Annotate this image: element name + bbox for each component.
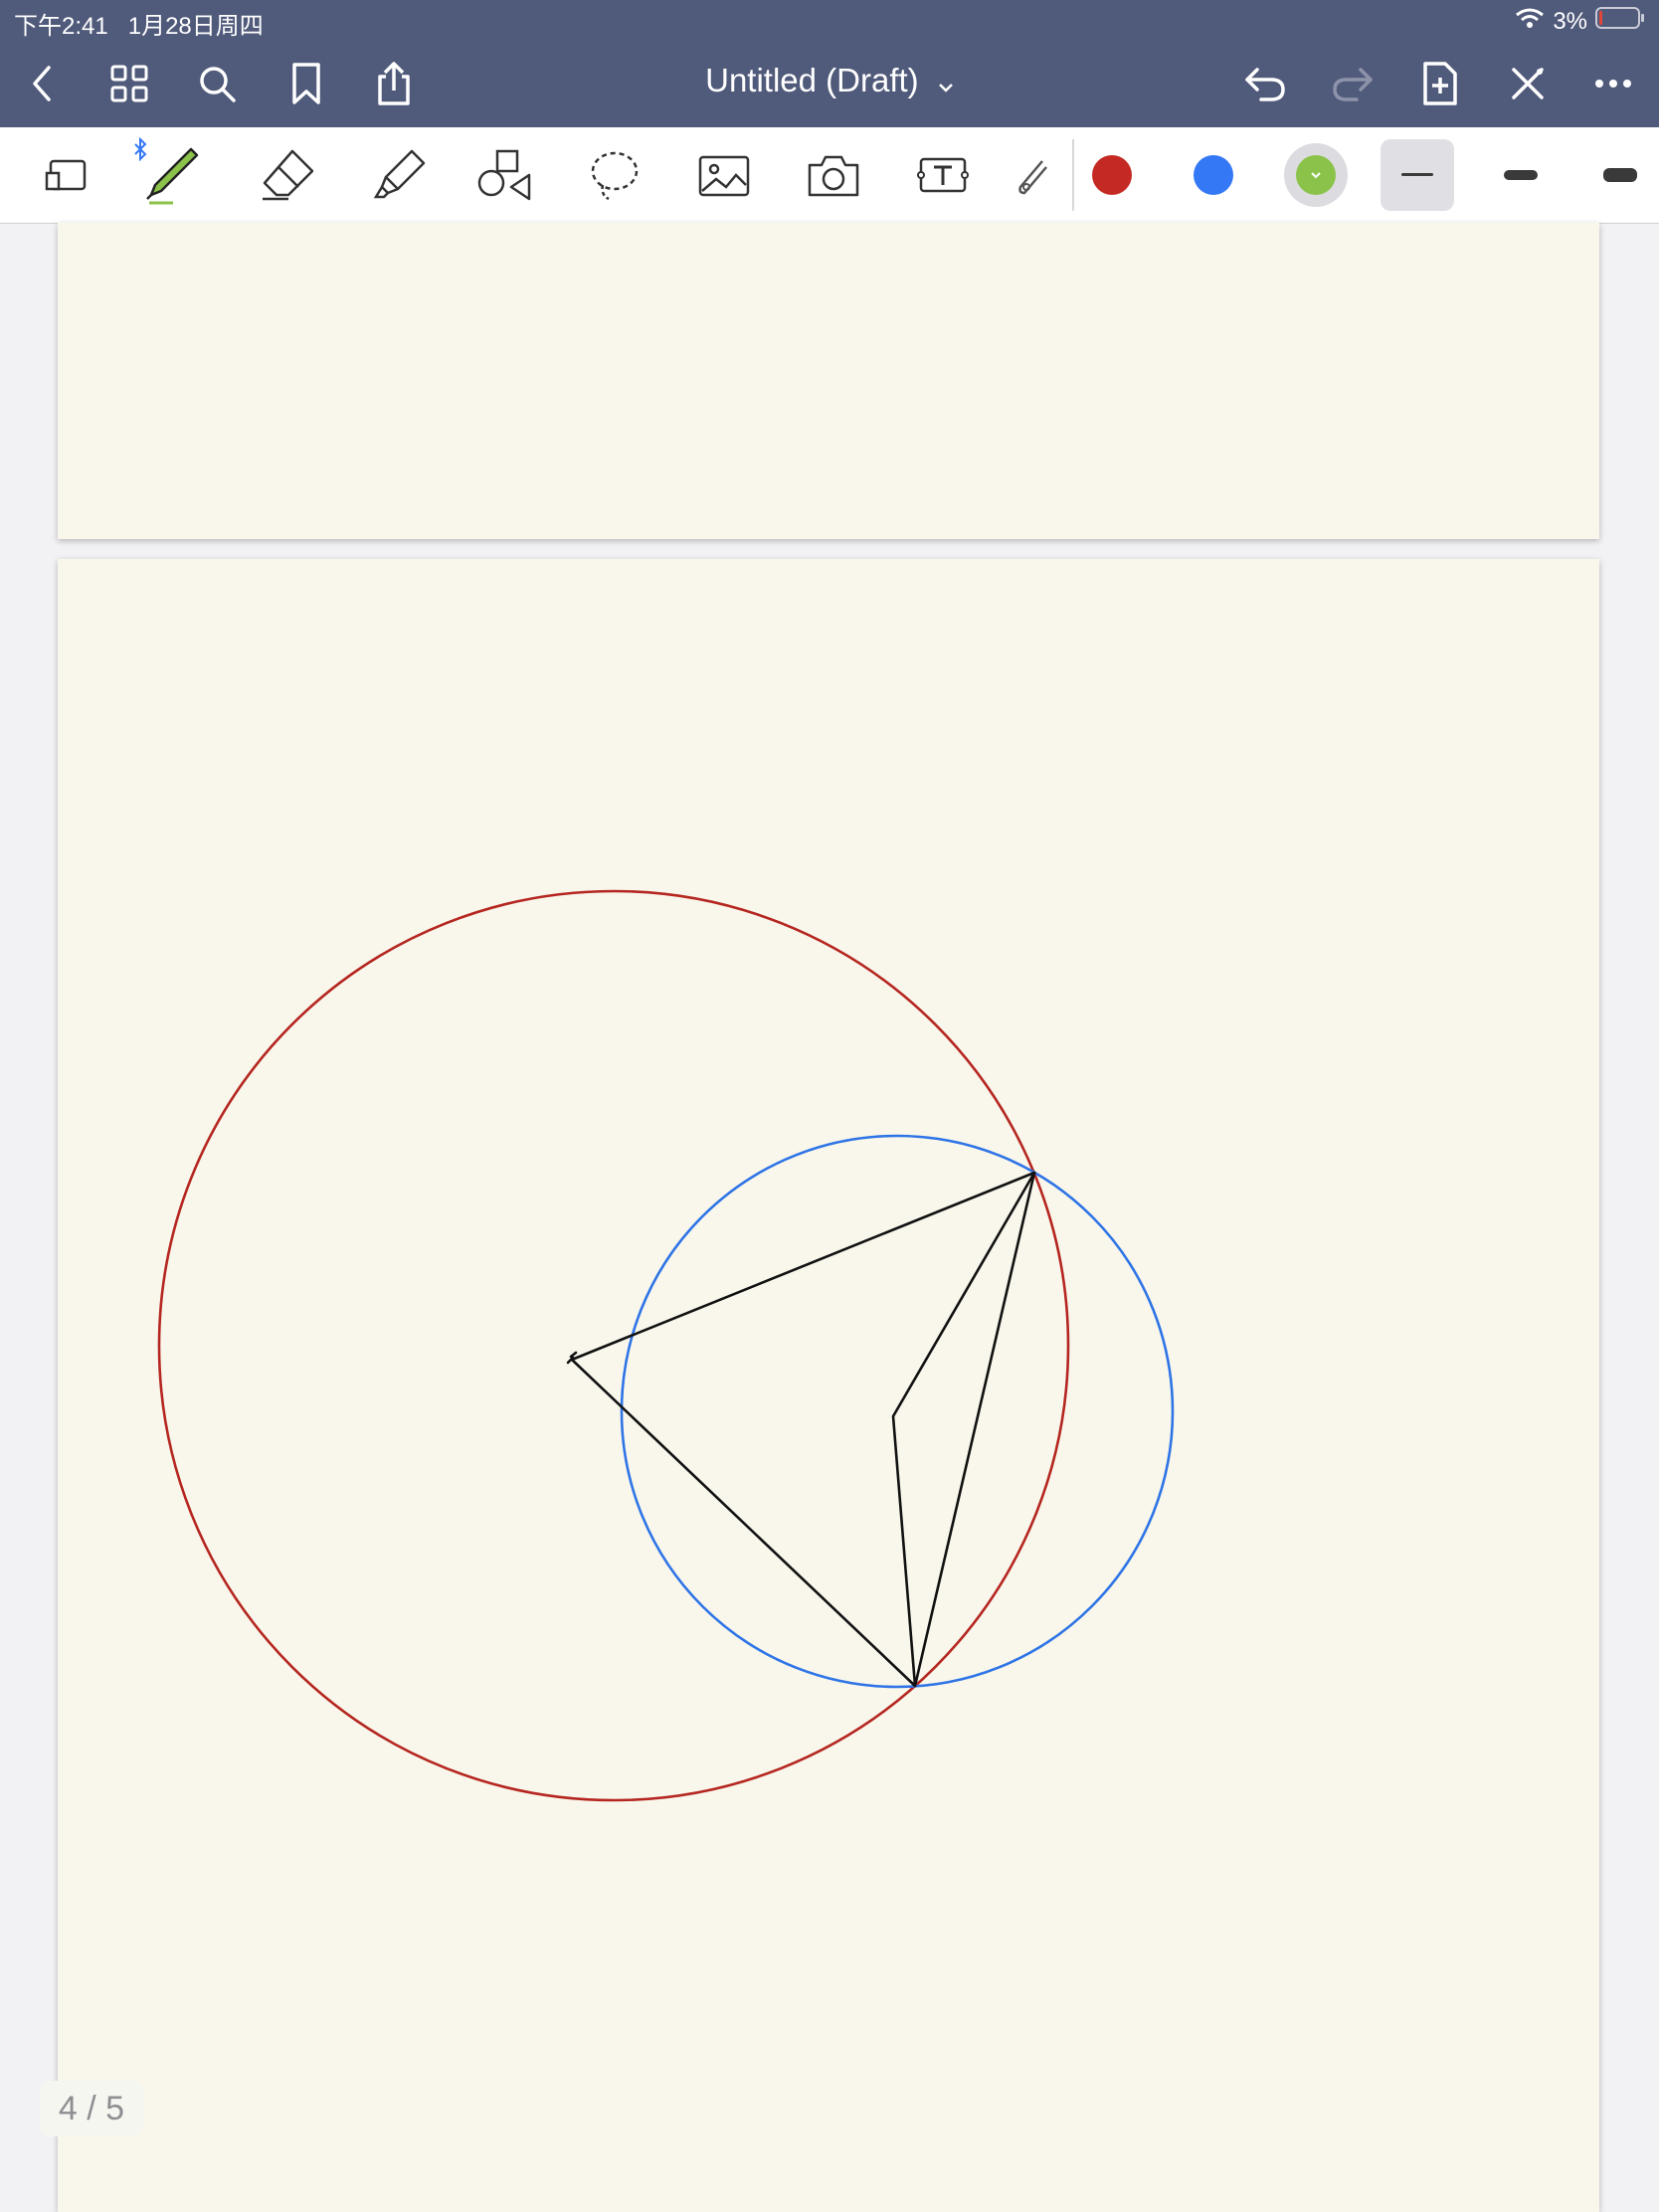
red-circle-stroke	[157, 889, 1070, 1802]
chevron-down-icon	[938, 64, 954, 101]
text-tool-button[interactable]	[905, 137, 981, 213]
eraser-icon	[263, 149, 314, 201]
redo-icon	[1333, 68, 1373, 101]
bluetooth-icon	[134, 137, 147, 161]
inner-angle-stroke	[891, 1171, 1036, 1688]
pen-cross-icon	[1512, 68, 1544, 99]
nav-bar: Untitled (Draft)	[0, 40, 1659, 127]
stroke-width-medium[interactable]	[1504, 170, 1538, 180]
more-icon	[1595, 80, 1631, 88]
pen-icon	[146, 147, 199, 205]
black-line-strokes	[566, 1171, 1036, 1688]
status-time: 下午2:41	[14, 13, 108, 40]
lasso-icon	[591, 151, 639, 201]
chevron-down-icon	[1311, 172, 1321, 179]
notebook-page-previous[interactable]	[58, 223, 1599, 539]
line-center-to-top-intersection	[570, 1171, 1036, 1362]
camera-icon	[808, 155, 859, 197]
drawing-canvas	[157, 889, 1175, 1802]
line-intersection-chord	[913, 1171, 1036, 1688]
laser-pointer-icon	[1018, 160, 1047, 195]
undo-button[interactable]	[1235, 54, 1295, 113]
read-only-toggle-button[interactable]	[28, 137, 103, 213]
shapes-tool-button[interactable]	[467, 137, 543, 213]
color-swatch-green[interactable]	[1296, 155, 1336, 195]
undo-icon	[1245, 68, 1285, 101]
hand-pad-icon	[45, 159, 87, 191]
add-page-icon	[1423, 62, 1457, 105]
more-button[interactable]	[1583, 54, 1643, 113]
color-swatch-red[interactable]	[1092, 155, 1132, 195]
stroke-width-thin[interactable]	[1401, 173, 1433, 176]
status-bar: 下午2:41 1月28日周四 3%	[0, 0, 1659, 40]
tool-toolbar	[0, 127, 1659, 224]
battery-percent: 3%	[1553, 7, 1587, 35]
lasso-tool-button[interactable]	[577, 137, 652, 213]
highlighter-tool-button[interactable]	[360, 137, 436, 213]
line-center-to-bottom-intersection	[570, 1358, 917, 1688]
eraser-tool-button[interactable]	[251, 137, 326, 213]
pen-tool-button[interactable]	[133, 137, 209, 213]
image-tool-button[interactable]	[686, 137, 762, 213]
toolbar-divider	[1072, 139, 1074, 211]
status-right: 3%	[1515, 6, 1645, 37]
wifi-icon	[1515, 7, 1545, 36]
document-title-text: Untitled (Draft)	[705, 62, 919, 98]
page-counter: 4 / 5	[40, 2081, 143, 2136]
stroke-width-thick[interactable]	[1603, 168, 1637, 182]
laser-pointer-tool-button[interactable]	[1005, 137, 1060, 213]
text-box-icon	[917, 157, 969, 193]
notebook-page-current[interactable]	[58, 559, 1599, 2212]
add-page-button[interactable]	[1410, 54, 1470, 113]
shapes-icon	[477, 149, 531, 201]
tools-toggle-button[interactable]	[1498, 54, 1558, 113]
battery-icon	[1595, 6, 1645, 37]
status-time-date: 下午2:41 1月28日周四	[14, 6, 264, 41]
status-date: 1月28日周四	[127, 13, 264, 40]
camera-tool-button[interactable]	[796, 137, 871, 213]
color-swatch-blue[interactable]	[1194, 155, 1233, 195]
redo-button[interactable]	[1323, 54, 1382, 113]
image-icon	[698, 155, 750, 197]
highlighter-icon	[373, 149, 426, 199]
